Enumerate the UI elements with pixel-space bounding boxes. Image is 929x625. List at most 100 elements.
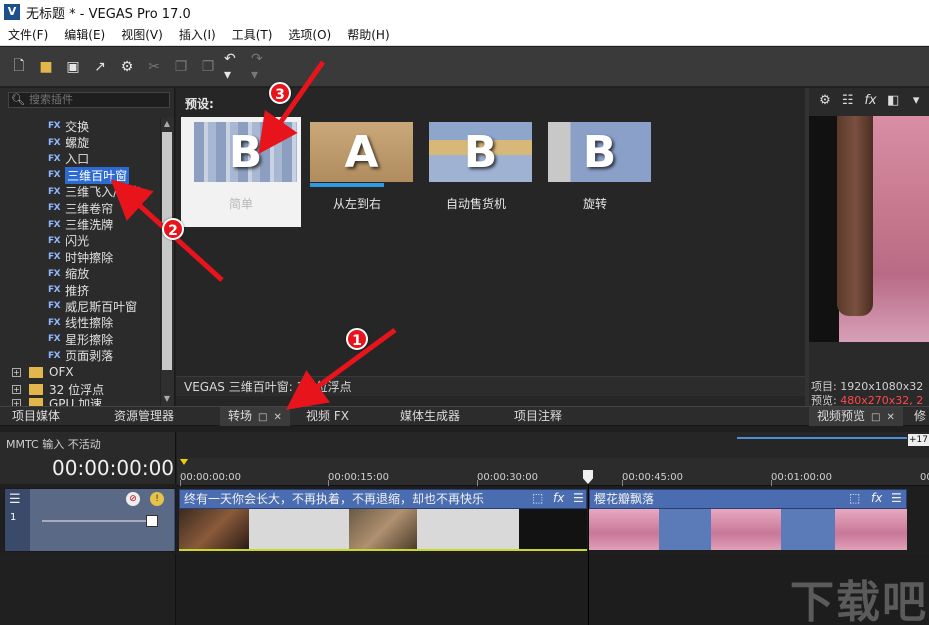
save-icon[interactable]: ▣ [62,56,84,78]
preset-left-to-right[interactable]: A 从左到右 [297,117,417,227]
clip-thumbnails[interactable] [589,509,907,550]
plugin-item[interactable]: FX 星形擦除 [0,331,160,347]
clip-fx-icon[interactable]: fx [553,491,564,505]
main-toolbar: 🗋 ■ ▣ ↗ ⚙ ✂ ❐ ❒ ↶ ▾ ↷ ▾ [0,47,929,87]
plugin-item[interactable]: FX 推挤 [0,282,160,298]
undock-icon[interactable]: □ [258,412,267,423]
region-start-marker[interactable] [180,459,188,465]
plugin-item[interactable]: FX 页面剥落 [0,347,160,363]
close-icon[interactable]: ✕ [886,412,894,423]
plugin-item[interactable]: FX 入口 [0,151,160,167]
plugin-item[interactable]: FX 闪光 [0,233,160,249]
solo-icon[interactable]: ! [150,492,164,506]
menu-tools[interactable]: 工具(T) [224,26,281,43]
expand-icon[interactable]: + [12,384,21,394]
clip-frame [179,509,249,550]
tab-media-generators[interactable]: 媒体生成器 [392,407,468,426]
fx-icon: FX [48,121,61,132]
preview-device-icon[interactable]: ☷ [838,93,858,111]
preset-thumbnail: A [310,122,413,182]
plugin-item[interactable]: FX 线性擦除 [0,315,160,331]
fx-icon: FX [48,235,61,246]
plugin-item[interactable]: FX 交换 [0,118,160,134]
title-bar: V 无标题 * - VEGAS Pro 17.0 [0,0,929,24]
preview-more-icon[interactable]: ▾ [906,93,926,111]
copy-icon[interactable]: ❐ [170,56,192,78]
preset-thumbnail: B [194,122,297,182]
plugin-folder[interactable]: +32 位浮点 [0,381,160,398]
clip-crop-icon[interactable]: ⬚ [532,491,543,505]
preview-settings-gear-icon[interactable]: ⚙ [815,93,835,111]
clip-envelope-line [179,549,587,551]
clip-fx-icon[interactable]: fx [871,491,882,505]
mmtc-status: MMTC 输入 不活动 [6,438,101,451]
menu-insert[interactable]: 插入(I) [171,26,224,43]
plugin-item[interactable]: FX 三维飞入/飞出 [0,184,160,200]
render-icon[interactable]: ↗ [89,56,111,78]
scroll-down-icon[interactable]: ▼ [162,394,172,404]
scroll-thumb[interactable] [162,132,172,370]
preset-rotate[interactable]: B 旋转 [535,117,655,227]
plugin-item-selected[interactable]: FX 三维百叶窗 [0,166,160,184]
tab-video-preview[interactable]: 视频预览 □ ✕ [809,407,903,426]
plugin-item[interactable]: FX 螺旋 [0,134,160,150]
preset-vending-machine[interactable]: B 自动售货机 [416,117,536,227]
new-file-icon[interactable]: 🗋 [8,56,30,78]
fx-icon: FX [48,317,61,328]
mute-icon[interactable]: ⊘ [126,492,140,506]
preview-letterbox [809,116,839,342]
track-menu-icon[interactable]: ☰ [9,492,21,507]
redo-icon[interactable]: ↷ ▾ [251,51,273,83]
scroll-up-icon[interactable]: ▲ [162,119,172,129]
marker-bar[interactable] [177,432,929,458]
callout-badge-1: 1 [346,328,368,350]
menu-help[interactable]: 帮助(H) [339,26,397,43]
cut-icon[interactable]: ✂ [143,56,165,78]
settings-gear-icon[interactable]: ⚙ [116,56,138,78]
clip-crop-icon[interactable]: ⬚ [849,491,860,505]
tab-project-notes[interactable]: 项目注释 [506,407,570,426]
preview-tree-image [837,116,873,316]
level-slider[interactable] [42,520,148,522]
loop-region-bar[interactable] [737,437,907,439]
menu-bar: 文件(F) 编辑(E) 视图(V) 插入(I) 工具(T) 选项(O) 帮助(H… [0,24,929,46]
clip-menu-icon[interactable]: ☰ [573,491,584,505]
menu-options[interactable]: 选项(O) [280,26,339,43]
ruler-tick [477,480,478,486]
time-ruler[interactable]: 00:00:00:00 00:00:15:00 00:00:30:00 00:0… [177,458,929,486]
plugin-item[interactable]: FX 三维卷帘 [0,200,160,216]
plugin-item[interactable]: FX 三维洗牌 [0,216,160,232]
ruler-tick [771,480,772,486]
tab-transitions[interactable]: 转场 □ ✕ [220,407,290,426]
close-icon[interactable]: ✕ [273,412,281,423]
tab-explorer[interactable]: 资源管理器 [106,407,182,426]
plugin-folder[interactable]: + OFX [0,364,160,381]
split-screen-icon[interactable]: ◧ [883,93,903,111]
video-fx-icon[interactable]: fx [861,93,881,111]
clip-title-bar[interactable]: 终有一天你会长大，不再执着，不再退缩，却也不再快乐 [179,489,587,509]
plugin-search-input[interactable] [8,92,170,108]
clip-thumbnails[interactable] [179,509,587,550]
plugin-item[interactable]: FX 时钟擦除 [0,249,160,265]
menu-edit[interactable]: 编辑(E) [56,26,113,43]
menu-view[interactable]: 视图(V) [113,26,171,43]
level-slider-thumb[interactable] [146,515,158,527]
menu-file[interactable]: 文件(F) [0,26,56,43]
folder-icon [29,366,43,378]
expand-icon[interactable]: + [12,367,21,377]
clip-frame [249,509,349,550]
plugin-item[interactable]: FX 缩放 [0,266,160,282]
tab-video-fx[interactable]: 视频 FX [298,407,357,426]
undock-icon[interactable]: □ [871,412,880,423]
undo-icon[interactable]: ↶ ▾ [224,51,246,83]
tab-project-media[interactable]: 项目媒体 [4,407,68,426]
plugin-item[interactable]: FX 威尼斯百叶窗 [0,298,160,314]
window-title: 无标题 * - VEGAS Pro 17.0 [26,6,191,22]
tab-trimmer[interactable]: 修 [912,407,928,426]
clip-menu-icon[interactable]: ☰ [891,491,902,505]
preset-simple[interactable]: B 简单 [181,117,301,227]
paste-icon[interactable]: ❒ [197,56,219,78]
open-folder-icon[interactable]: ■ [35,56,57,78]
preset-progress-bar [310,183,385,187]
zoom-indicator: +17 [908,434,929,446]
